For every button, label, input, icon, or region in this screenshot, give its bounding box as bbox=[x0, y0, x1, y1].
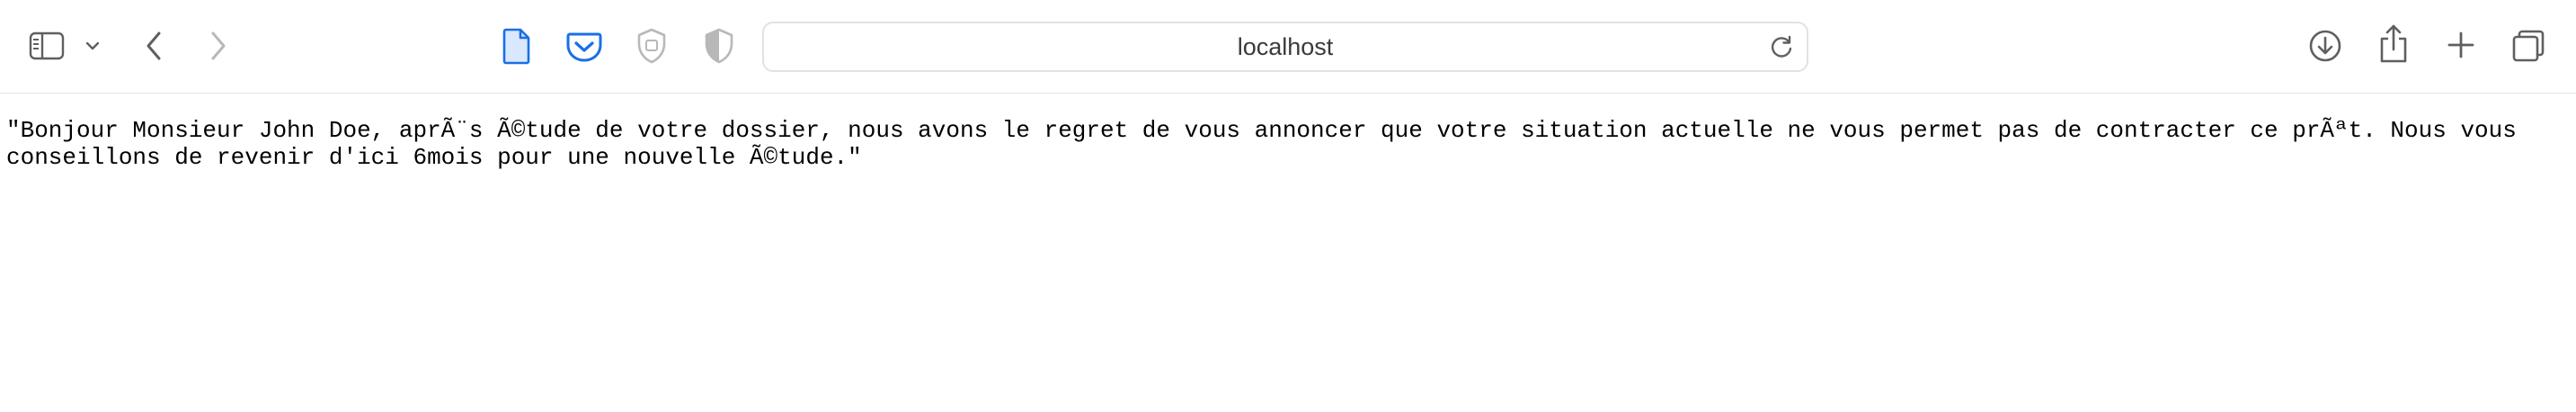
half-shield-icon[interactable] bbox=[703, 25, 735, 67]
shield-icon[interactable] bbox=[635, 25, 669, 67]
chevron-left-icon bbox=[147, 31, 161, 60]
pocket-icon[interactable] bbox=[564, 29, 604, 65]
chevron-right-icon bbox=[211, 31, 226, 60]
sidebar-icon[interactable] bbox=[27, 29, 67, 63]
reload-icon[interactable] bbox=[1769, 34, 1794, 64]
tabs-overview-icon[interactable] bbox=[2509, 27, 2547, 65]
share-icon[interactable] bbox=[2376, 22, 2411, 67]
chevron-down-icon[interactable] bbox=[83, 36, 102, 56]
plus-icon[interactable] bbox=[2445, 29, 2477, 61]
forward-button[interactable] bbox=[205, 27, 232, 65]
page-icon[interactable] bbox=[500, 25, 534, 67]
download-icon[interactable] bbox=[2306, 27, 2344, 65]
browser-toolbar: localhost bbox=[0, 0, 2576, 94]
address-bar[interactable]: localhost bbox=[762, 22, 1808, 72]
address-text: localhost bbox=[1237, 33, 1334, 60]
back-button[interactable] bbox=[140, 27, 167, 65]
page-body-text: "Bonjour Monsieur John Doe, aprÃ¨s Ã©tud… bbox=[6, 117, 2517, 171]
